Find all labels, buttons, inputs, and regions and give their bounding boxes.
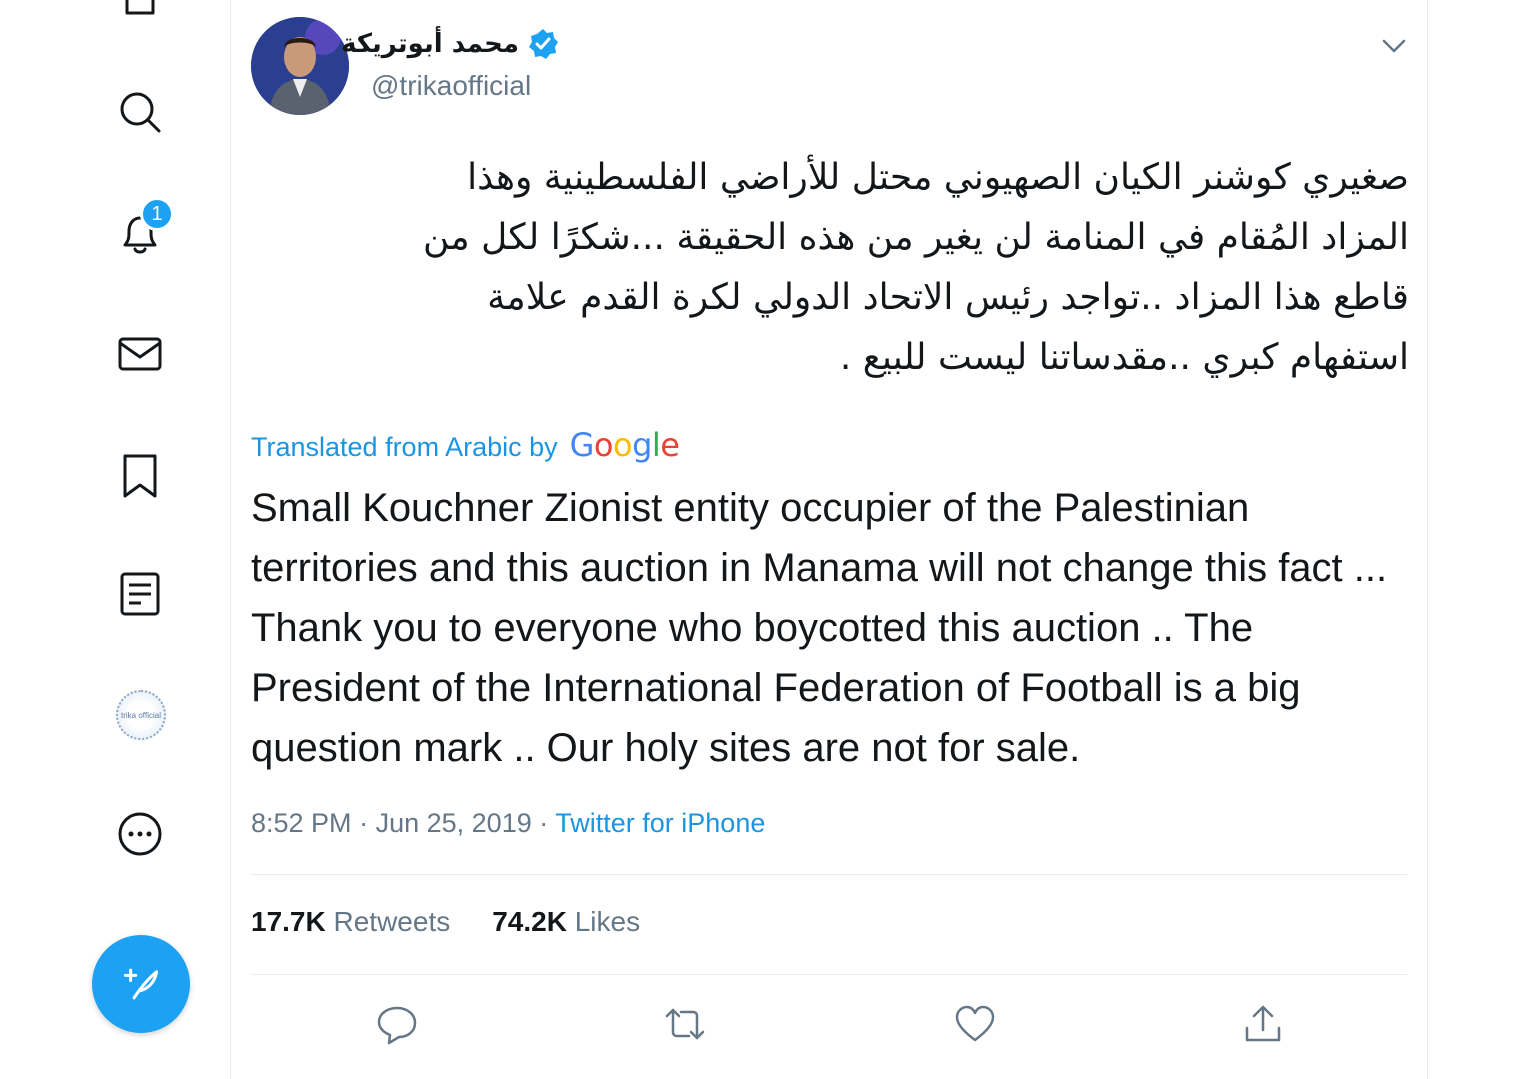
likes-stat[interactable]: 74.2K Likes	[492, 906, 640, 938]
author-handle[interactable]: @trikaofficial	[371, 70, 531, 102]
tweet-stats: 17.7K Retweets 74.2K Likes	[251, 906, 640, 938]
lists-icon[interactable]	[108, 562, 172, 626]
tweet-text: صغيري كوشنر الكيان الصهيوني محتل للأراضي…	[319, 148, 1409, 388]
retweets-label: Retweets	[333, 906, 451, 937]
more-icon[interactable]	[108, 802, 172, 866]
divider	[251, 874, 1407, 875]
tweet-text-line: صغيري كوشنر الكيان الصهيوني محتل للأراضي…	[467, 157, 1409, 198]
author-photo	[251, 17, 349, 115]
share-button[interactable]	[1239, 1000, 1287, 1048]
chevron-down-icon[interactable]	[1376, 28, 1412, 64]
profile-avatar[interactable]: trika ofﬁcial	[116, 690, 166, 740]
tweet-date[interactable]: Jun 25, 2019	[376, 808, 532, 838]
retweets-stat[interactable]: 17.7K Retweets	[251, 906, 450, 938]
tweet-meta: 8:52 PM · Jun 25, 2019 · Twitter for iPh…	[251, 808, 765, 839]
retweet-icon	[665, 1008, 705, 1040]
verified-badge-icon	[529, 29, 558, 59]
reply-icon	[377, 1006, 417, 1045]
translated-label: Translated from Arabic by	[251, 432, 558, 462]
google-logo[interactable]: Google	[570, 426, 680, 464]
heart-icon	[955, 1005, 995, 1042]
envelope-icon[interactable]	[108, 322, 172, 386]
compose-tweet-button[interactable]	[92, 935, 190, 1033]
meta-separator: ·	[359, 808, 369, 838]
author-name-row[interactable]: محمد أبوتريكة	[341, 28, 559, 60]
tweet-time[interactable]: 8:52 PM	[251, 808, 352, 838]
likes-count: 74.2K	[492, 906, 567, 937]
notifications-badge: 1	[140, 197, 174, 231]
translation-attribution: Translated from Arabic by Google	[251, 426, 680, 464]
home-icon[interactable]	[108, 0, 172, 24]
tweet-source-link[interactable]: Twitter for iPhone	[555, 808, 765, 838]
author-display-name: محمد أبوتريكة	[341, 29, 519, 59]
tweet-text-line: المزاد المُقام في المنامة لن يغير من هذه…	[423, 217, 1409, 258]
like-button[interactable]	[951, 1000, 999, 1048]
share-icon	[1245, 1005, 1281, 1042]
divider	[251, 974, 1407, 975]
retweets-count: 17.7K	[251, 906, 326, 937]
translated-text: Small Kouchner Zionist entity occupier o…	[251, 486, 1388, 770]
bookmark-icon[interactable]	[108, 444, 172, 508]
profile-avatar-text: trika ofﬁcial	[120, 710, 161, 720]
tweet-text-line: استفهام كبري ..مقدساتنا ليست للبيع .	[839, 337, 1409, 378]
likes-label: Likes	[574, 906, 641, 937]
sidebar-nav: 1 trika ofﬁcial	[0, 0, 230, 1079]
tweet-detail: محمد أبوتريكة @trikaofficial صغيري كوشنر…	[230, 0, 1428, 1079]
retweet-button[interactable]	[661, 1000, 709, 1048]
compose-icon	[123, 968, 159, 1000]
reply-button[interactable]	[373, 1000, 421, 1048]
meta-separator: ·	[539, 808, 549, 838]
search-icon[interactable]	[108, 80, 172, 144]
author-avatar[interactable]	[251, 17, 349, 115]
tweet-text-line: قاطع هذا المزاد ..تواجد رئيس الاتحاد الد…	[487, 277, 1409, 318]
